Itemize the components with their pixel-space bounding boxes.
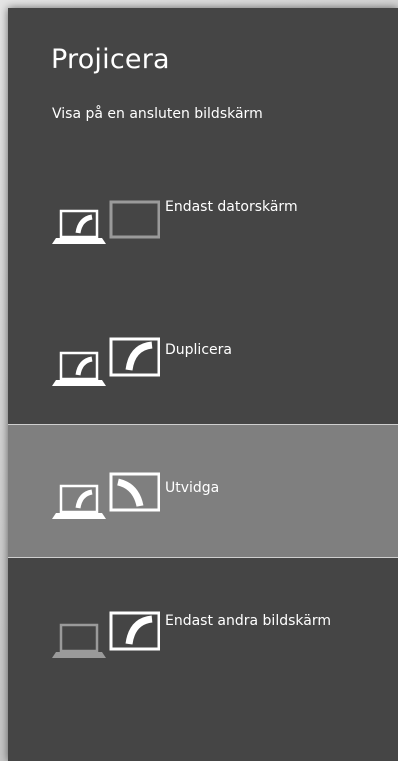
- project-panel: Projicera Visa på en ansluten bildskärm …: [8, 8, 398, 761]
- option-pc-screen-only[interactable]: Endast datorskärm: [8, 156, 398, 281]
- option-label: Duplicera: [165, 342, 232, 358]
- option-label: Utvidga: [165, 480, 220, 496]
- option-extend[interactable]: Utvidga: [8, 424, 398, 558]
- page-title: Projicera: [51, 44, 170, 75]
- option-duplicate[interactable]: Duplicera: [8, 293, 398, 418]
- duplicate-display-icon: [52, 337, 160, 386]
- page-subtitle: Visa på en ansluten bildskärm: [52, 106, 263, 122]
- pc-screen-only-icon: [52, 200, 160, 244]
- option-label: Endast andra bildskärm: [165, 613, 331, 629]
- extend-display-icon: [52, 472, 160, 519]
- second-screen-only-icon: [52, 611, 160, 658]
- option-label: Endast datorskärm: [165, 199, 298, 215]
- option-second-screen-only[interactable]: Endast andra bildskärm: [8, 561, 398, 686]
